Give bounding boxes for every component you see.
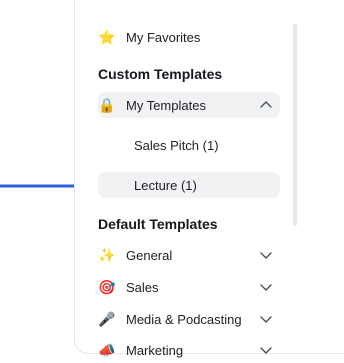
my-templates-label: My Templates bbox=[126, 97, 206, 113]
chevron-down-icon[interactable] bbox=[259, 248, 273, 262]
lock-icon: 🔒 bbox=[98, 97, 116, 113]
sidebar-item-my-templates[interactable]: 🔒 My Templates bbox=[98, 92, 206, 118]
scrollbar[interactable] bbox=[293, 24, 297, 226]
chevron-down-icon[interactable] bbox=[259, 280, 273, 294]
marketing-label: Marketing bbox=[126, 342, 184, 358]
chevron-down-icon[interactable] bbox=[259, 312, 273, 326]
sidebar-item-general[interactable]: ✨ General bbox=[98, 242, 172, 268]
sidebar-item-favorites[interactable]: ⭐ My Favorites bbox=[98, 24, 200, 50]
megaphone-icon: 📣 bbox=[98, 342, 116, 358]
template-item-lecture[interactable]: Lecture (1) bbox=[134, 172, 197, 198]
star-icon: ⭐ bbox=[98, 29, 116, 45]
favorites-label: My Favorites bbox=[126, 29, 201, 45]
chevron-up-icon[interactable] bbox=[259, 98, 273, 112]
default-templates-heading: Default Templates bbox=[98, 216, 218, 232]
microphone-icon: 🎤 bbox=[98, 311, 116, 327]
custom-templates-heading: Custom Templates bbox=[98, 66, 223, 82]
chevron-down-icon[interactable] bbox=[259, 343, 273, 357]
general-label: General bbox=[126, 247, 173, 263]
sparkles-icon: ✨ bbox=[98, 247, 116, 263]
sales-label: Sales bbox=[126, 279, 159, 295]
sidebar-item-media-podcasting[interactable]: 🎤 Media & Podcasting bbox=[98, 306, 242, 332]
target-icon: 🎯 bbox=[98, 279, 116, 295]
sidebar-item-marketing[interactable]: 📣 Marketing bbox=[98, 337, 183, 363]
media-podcasting-label: Media & Podcasting bbox=[126, 311, 242, 327]
sidebar-item-sales[interactable]: 🎯 Sales bbox=[98, 274, 159, 300]
template-item-sales-pitch[interactable]: Sales Pitch (1) bbox=[134, 132, 219, 158]
